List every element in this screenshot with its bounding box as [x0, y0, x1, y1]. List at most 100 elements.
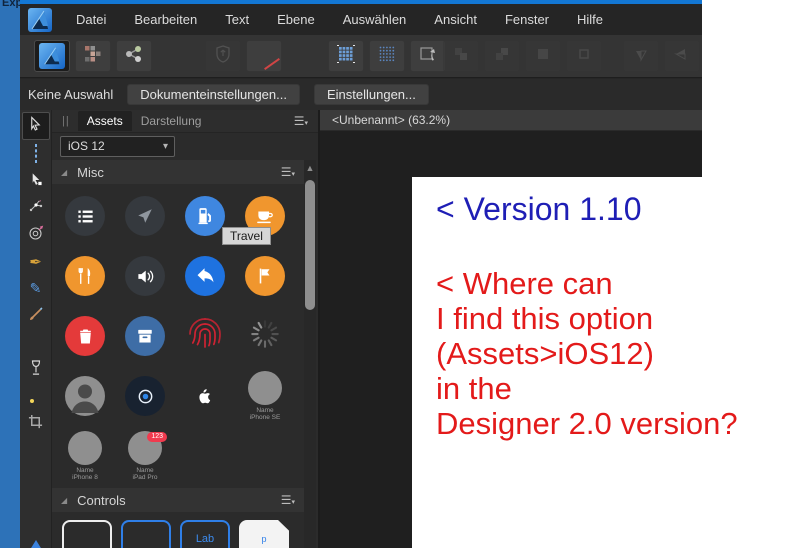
point-transform-tool[interactable] — [22, 194, 50, 221]
arrange-backward-button[interactable] — [525, 40, 561, 72]
category-dropdown-value: iOS 12 — [68, 139, 105, 153]
move-tool[interactable] — [21, 112, 50, 140]
menu-item-ansicht[interactable]: Ansicht — [420, 4, 491, 35]
rectangle-tool[interactable] — [22, 437, 50, 464]
toolbar-group-snapping-options — [328, 40, 446, 72]
asset-lists[interactable] — [55, 186, 115, 246]
snap-grid-button[interactable] — [328, 40, 364, 72]
section-header-controls[interactable]: ◢ Controls ☰▾ — [52, 488, 305, 512]
asset-device-iphone-8[interactable]: Name iPhone 8 — [55, 426, 115, 486]
protect-document-button[interactable] — [205, 40, 241, 72]
selection-status-label: Keine Auswahl — [28, 87, 114, 102]
place-image-tool[interactable] — [22, 383, 50, 410]
move-by-whole-pixels-button[interactable] — [410, 40, 446, 72]
triangle-icon — [27, 523, 44, 548]
pen-tool[interactable]: ✒ — [22, 248, 50, 275]
person-icon — [65, 376, 105, 416]
asset-touch-id[interactable] — [175, 306, 235, 366]
ellipse-tool[interactable] — [22, 464, 50, 491]
asset-delete[interactable] — [55, 306, 115, 366]
section-menu-icon[interactable]: ☰▾ — [281, 493, 295, 507]
arrange-to-front-button[interactable] — [443, 40, 479, 72]
asset-radio-button[interactable] — [115, 366, 175, 426]
flip-v-icon — [633, 46, 649, 67]
rounded-rectangle-tool[interactable] — [22, 491, 50, 518]
context-toolbar: Keine Auswahl Dokumenteinstellungen... E… — [20, 79, 702, 110]
menu-item-bearbeiten[interactable]: Bearbeiten — [120, 4, 211, 35]
contour-tool[interactable] — [22, 221, 50, 248]
pen-icon: ✒ — [29, 253, 42, 271]
device-circle-icon — [248, 371, 282, 405]
control-label[interactable]: Lab — [180, 520, 230, 548]
menu-item-auswählen[interactable]: Auswählen — [329, 4, 421, 35]
flip-vertical-button[interactable] — [623, 40, 659, 72]
asset-apple-pay[interactable] — [175, 366, 235, 426]
control-button-blue[interactable] — [121, 520, 171, 548]
export-persona-button[interactable] — [116, 40, 152, 72]
scroll-up-arrow-icon[interactable]: ▲ — [304, 160, 316, 176]
expand-triangle-icon[interactable]: ◢ — [61, 168, 67, 177]
document-settings-button[interactable]: Dokumenteinstellungen... — [127, 84, 300, 105]
radio-dot-icon — [125, 376, 165, 416]
panel-menu-icon[interactable]: ☰▾ — [294, 114, 308, 128]
vector-brush-tool[interactable] — [22, 302, 50, 329]
device-circle-icon — [68, 431, 102, 465]
asset-reply[interactable] — [175, 246, 235, 306]
asset-flag[interactable] — [235, 246, 295, 306]
tab-assets[interactable]: Assets — [77, 111, 132, 131]
arrange-to-back-button[interactable] — [566, 40, 602, 72]
menu-item-datei[interactable]: Datei — [62, 4, 120, 35]
asset-archive[interactable] — [115, 306, 175, 366]
node-tool[interactable] — [22, 167, 50, 194]
designer-persona-button[interactable] — [34, 40, 70, 72]
annotation-version-note: < Version 1.10 — [436, 191, 642, 227]
spinner-icon — [248, 317, 282, 356]
section-header-misc[interactable]: ◢ Misc ☰▾ — [52, 160, 305, 184]
colour-wheel-tool[interactable] — [22, 329, 50, 356]
flip-horizontal-button[interactable] — [664, 40, 700, 72]
asset-restaurant[interactable] — [55, 246, 115, 306]
menu-item-text[interactable]: Text — [211, 4, 263, 35]
transparency-tool[interactable] — [22, 356, 50, 383]
artboard-icon — [34, 144, 37, 163]
category-dropdown[interactable]: iOS 12 ▾ — [60, 136, 175, 157]
vector-crop-tool[interactable] — [22, 410, 50, 437]
toggle-snapping-button[interactable] — [246, 40, 282, 72]
scrollbar-thumb[interactable] — [305, 180, 315, 310]
fuel-pump-icon — [185, 196, 225, 236]
control-button-light[interactable] — [62, 520, 112, 548]
document-tab-bar: <Unbenannt> (63.2%) — [320, 110, 702, 131]
reply-arrow-icon — [185, 256, 225, 296]
panel-drag-handle[interactable]: || — [62, 115, 70, 127]
panel-scrollbar[interactable]: ▲ — [304, 160, 316, 548]
triangle-tool[interactable] — [22, 518, 50, 548]
snap-pixels-button[interactable] — [369, 40, 405, 72]
notification-badge: 123 — [147, 432, 167, 442]
arrange-forward-button[interactable] — [484, 40, 520, 72]
asset-device-iphone-se[interactable]: Name iPhone SE — [235, 366, 295, 426]
artboard-tool[interactable] — [22, 140, 50, 167]
tools-sidebar: ✒ ✎ — [20, 110, 52, 548]
control-popover[interactable]: p — [239, 520, 289, 548]
toolbar-group-personas — [34, 40, 152, 72]
asset-device-ipad-pro[interactable]: Name iPad Pro 123 — [115, 426, 175, 486]
menu-item-hilfe[interactable]: Hilfe — [563, 4, 617, 35]
preferences-button[interactable]: Einstellungen... — [313, 84, 429, 105]
section-menu-icon[interactable]: ☰▾ — [281, 165, 295, 179]
asset-avatar[interactable] — [55, 366, 115, 426]
asset-navigation[interactable] — [115, 186, 175, 246]
menu-item-ebene[interactable]: Ebene — [263, 4, 329, 35]
document-tab[interactable]: <Unbenannt> (63.2%) — [332, 113, 450, 127]
pencil-tool[interactable]: ✎ — [22, 275, 50, 302]
pixel-persona-button[interactable] — [75, 40, 111, 72]
asset-activity-spinner[interactable] — [235, 306, 295, 366]
target-icon — [28, 225, 44, 245]
asset-audio[interactable] — [115, 246, 175, 306]
menu-item-fenster[interactable]: Fenster — [491, 4, 563, 35]
order-a-icon — [453, 46, 469, 67]
expand-triangle-icon[interactable]: ◢ — [61, 496, 67, 505]
tab-darstellung[interactable]: Darstellung — [132, 111, 211, 131]
wine-glass-icon — [29, 359, 43, 380]
assets-panel: || Assets Darstellung ☰▾ iOS 12 ▾ ◢ Misc… — [52, 110, 320, 548]
toolbar-group-transform — [623, 40, 702, 72]
